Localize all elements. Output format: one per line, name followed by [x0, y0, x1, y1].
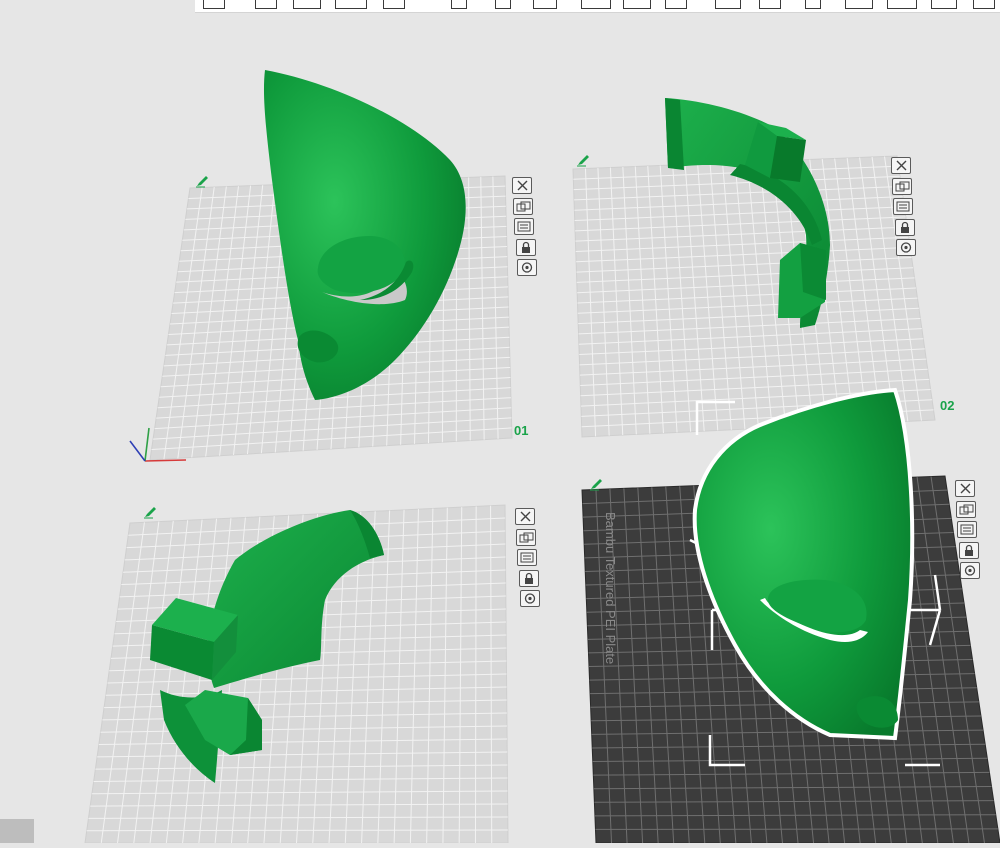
- orient-icon: [518, 550, 536, 565]
- add-object-icon[interactable]: [203, 0, 225, 9]
- orient-icon[interactable]: [293, 0, 321, 9]
- scale-icon[interactable]: [533, 0, 557, 9]
- move-icon[interactable]: [451, 0, 467, 9]
- settings-icon: [521, 591, 539, 606]
- cut-icon[interactable]: [623, 0, 651, 9]
- lock-icon: [520, 571, 538, 586]
- close-plate-button[interactable]: [955, 480, 975, 497]
- lock-plate-button[interactable]: [516, 239, 536, 256]
- lock-plate-button[interactable]: [959, 542, 979, 559]
- close-icon: [516, 509, 534, 524]
- arrange-icon[interactable]: [335, 0, 367, 9]
- close-plate-button[interactable]: [515, 508, 535, 525]
- plate-scene[interactable]: 01 02 Bambu Textured PEI Plate: [0, 12, 1000, 843]
- settings-plate-button[interactable]: [960, 562, 980, 579]
- settings-plate-button[interactable]: [517, 259, 537, 276]
- arrange-plate-button[interactable]: [513, 198, 533, 215]
- text-icon[interactable]: [805, 0, 821, 9]
- close-icon: [892, 158, 910, 173]
- arrange-plate-button[interactable]: [516, 529, 536, 546]
- orient-icon: [894, 199, 912, 214]
- add-plate-icon[interactable]: [255, 0, 277, 9]
- settings-icon: [897, 240, 915, 255]
- corner-indicator: [0, 819, 34, 843]
- arrange-icon: [957, 502, 975, 517]
- 3d-viewport[interactable]: 01 02 Bambu Textured PEI Plate: [0, 12, 1000, 843]
- plate-number: 01: [514, 423, 528, 438]
- close-plate-button[interactable]: [512, 177, 532, 194]
- variable-layer-icon[interactable]: [931, 0, 957, 9]
- color-paint-icon[interactable]: [759, 0, 781, 9]
- lock-icon: [960, 543, 978, 558]
- orient-icon: [958, 522, 976, 537]
- orient-plate-button[interactable]: [957, 521, 977, 538]
- rotate-icon[interactable]: [495, 0, 511, 9]
- split-icon[interactable]: [383, 0, 405, 9]
- lock-plate-button[interactable]: [895, 219, 915, 236]
- lay-on-face-icon[interactable]: [581, 0, 611, 9]
- close-icon: [956, 481, 974, 496]
- paint-brush-icon[interactable]: [973, 0, 995, 9]
- measure-icon[interactable]: [845, 0, 873, 9]
- settings-icon: [961, 563, 979, 578]
- arrange-icon: [517, 530, 535, 545]
- arrange-plate-button[interactable]: [956, 501, 976, 518]
- orient-plate-button[interactable]: [517, 549, 537, 566]
- close-plate-button[interactable]: [891, 157, 911, 174]
- edit-plate-name-icon[interactable]: [590, 479, 602, 490]
- arrange-plate-button[interactable]: [892, 178, 912, 195]
- lock-icon: [517, 240, 535, 255]
- lock-icon: [896, 220, 914, 235]
- arrange-icon: [514, 199, 532, 214]
- edit-plate-name-icon[interactable]: [144, 507, 156, 518]
- settings-plate-button[interactable]: [520, 590, 540, 607]
- edit-plate-name-icon[interactable]: [196, 176, 208, 187]
- edit-plate-name-icon[interactable]: [577, 155, 589, 166]
- orient-plate-button[interactable]: [514, 218, 534, 235]
- plate-name: Bambu Textured PEI Plate: [603, 512, 618, 664]
- lock-plate-button[interactable]: [519, 570, 539, 587]
- seam-paint-icon[interactable]: [715, 0, 741, 9]
- settings-plate-button[interactable]: [896, 239, 916, 256]
- assembly-icon[interactable]: [887, 0, 917, 9]
- settings-icon: [518, 260, 536, 275]
- orient-plate-button[interactable]: [893, 198, 913, 215]
- orient-icon: [515, 219, 533, 234]
- support-paint-icon[interactable]: [665, 0, 687, 9]
- arrange-icon: [893, 179, 911, 194]
- close-icon: [513, 178, 531, 193]
- plate-number: 02: [940, 398, 954, 413]
